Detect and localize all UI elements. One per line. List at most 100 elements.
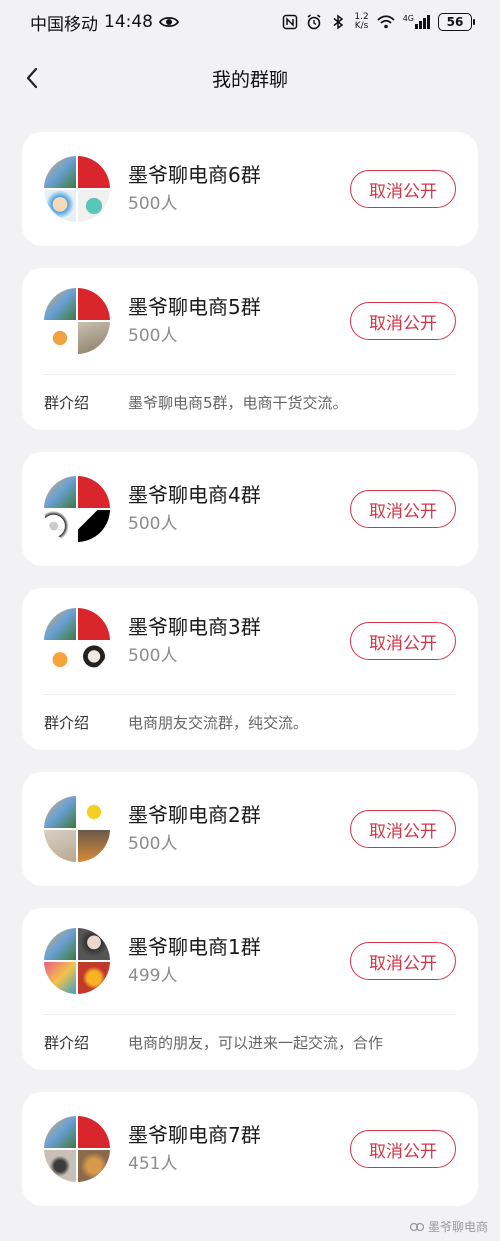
avatar-tile (44, 156, 76, 188)
member-count: 500人 (128, 646, 178, 666)
status-left: 中国移动 14:48 (30, 10, 179, 35)
group-card-main: 墨爷聊电商1群 499人 取消公开 (44, 908, 456, 1014)
cancel-public-button[interactable]: 取消公开 (350, 942, 456, 980)
member-count: 500人 (128, 834, 178, 854)
avatar-tile (78, 190, 110, 222)
avatar-tile (44, 1150, 76, 1182)
watermark-logo-icon (409, 1222, 424, 1231)
watermark: 墨爷聊电商 (409, 1218, 488, 1235)
group-list: 墨爷聊电商6群 500人 取消公开 墨爷聊电商5群 500人 取消公开 群介绍 … (22, 132, 478, 1228)
network-speed: 1.2 K/s (354, 13, 368, 31)
cancel-public-button[interactable]: 取消公开 (350, 302, 456, 340)
avatar-tile (78, 830, 110, 862)
page-title: 我的群聊 (211, 68, 288, 91)
intro-text: 电商朋友交流群，纯交流。 (128, 714, 309, 732)
avatar-tile (78, 642, 110, 674)
cancel-public-button[interactable]: 取消公开 (350, 170, 456, 208)
avatar-tile (44, 830, 76, 862)
group-info: 墨爷聊电商5群 500人 (128, 293, 350, 349)
intro-text: 墨爷聊电商5群，电商干货交流。 (128, 394, 348, 412)
status-bar: 中国移动 14:48 1.2 K/s 4G 56 (0, 0, 500, 44)
avatar-tile (78, 476, 110, 508)
bluetooth-icon (333, 14, 344, 30)
group-intro: 群介绍 电商的朋友，可以进来一起交流，合作 (44, 1014, 456, 1070)
group-intro: 群介绍 墨爷聊电商5群，电商干货交流。 (44, 374, 456, 430)
avatar-tile (78, 288, 110, 320)
group-avatar (44, 288, 110, 354)
intro-label: 群介绍 (44, 1034, 90, 1052)
group-avatar (44, 1116, 110, 1182)
cancel-public-button[interactable]: 取消公开 (350, 1130, 456, 1168)
group-card-main: 墨爷聊电商7群 451人 取消公开 (44, 1092, 456, 1206)
intro-label: 群介绍 (44, 714, 90, 732)
wifi-icon (377, 15, 395, 29)
avatar-tile (44, 476, 76, 508)
avatar-tile (44, 1116, 76, 1148)
avatar-tile (44, 288, 76, 320)
group-name: 墨爷聊电商2群 (128, 803, 261, 827)
intro-label: 群介绍 (44, 394, 90, 412)
cancel-public-button[interactable]: 取消公开 (350, 622, 456, 660)
group-card-main: 墨爷聊电商4群 500人 取消公开 (44, 452, 456, 566)
group-name: 墨爷聊电商7群 (128, 1123, 261, 1147)
avatar-tile (44, 796, 76, 828)
status-right: 1.2 K/s 4G 56 (282, 13, 475, 31)
group-card[interactable]: 墨爷聊电商4群 500人 取消公开 (22, 452, 478, 566)
group-avatar (44, 796, 110, 862)
group-name: 墨爷聊电商3群 (128, 615, 261, 639)
avatar-tile (44, 608, 76, 640)
group-avatar (44, 476, 110, 542)
carrier-label: 中国移动 (30, 14, 98, 35)
avatar-tile (78, 608, 110, 640)
group-card-main: 墨爷聊电商6群 500人 取消公开 (44, 132, 456, 246)
alarm-icon (307, 14, 321, 30)
title-bar: 我的群聊 (0, 52, 500, 104)
chevron-left-icon (26, 67, 38, 89)
cancel-public-button[interactable]: 取消公开 (350, 810, 456, 848)
group-card[interactable]: 墨爷聊电商5群 500人 取消公开 群介绍 墨爷聊电商5群，电商干货交流。 (22, 268, 478, 430)
avatar-tile (44, 510, 76, 542)
avatar-tile (78, 322, 110, 354)
group-name: 墨爷聊电商5群 (128, 295, 261, 319)
group-avatar (44, 608, 110, 674)
group-name: 墨爷聊电商6群 (128, 163, 261, 187)
avatar-tile (44, 322, 76, 354)
battery-level: 56 (446, 15, 464, 29)
group-info: 墨爷聊电商2群 500人 (128, 801, 350, 857)
avatar-tile (44, 190, 76, 222)
group-info: 墨爷聊电商1群 499人 (128, 933, 350, 989)
battery-indicator: 56 (438, 13, 475, 31)
group-intro: 群介绍 电商朋友交流群，纯交流。 (44, 694, 456, 750)
back-button[interactable] (16, 62, 48, 94)
group-card-main: 墨爷聊电商2群 500人 取消公开 (44, 772, 456, 886)
watermark-text: 墨爷聊电商 (427, 1220, 488, 1234)
group-card[interactable]: 墨爷聊电商6群 500人 取消公开 (22, 132, 478, 246)
avatar-tile (78, 156, 110, 188)
member-count: 451人 (128, 1154, 178, 1174)
signal-icon: 4G (403, 15, 430, 29)
avatar-tile (44, 642, 76, 674)
intro-text: 电商的朋友，可以进来一起交流，合作 (128, 1034, 384, 1052)
group-card-main: 墨爷聊电商3群 500人 取消公开 (44, 588, 456, 694)
member-count: 500人 (128, 194, 178, 214)
group-card[interactable]: 墨爷聊电商3群 500人 取消公开 群介绍 电商朋友交流群，纯交流。 (22, 588, 478, 750)
clock: 14:48 (104, 12, 153, 32)
eye-icon (159, 16, 179, 28)
avatar-tile (78, 796, 110, 828)
group-info: 墨爷聊电商7群 451人 (128, 1121, 350, 1177)
group-avatar (44, 928, 110, 994)
member-count: 500人 (128, 514, 178, 534)
avatar-tile (44, 962, 76, 994)
group-card[interactable]: 墨爷聊电商1群 499人 取消公开 群介绍 电商的朋友，可以进来一起交流，合作 (22, 908, 478, 1070)
group-info: 墨爷聊电商6群 500人 (128, 161, 350, 217)
group-info: 墨爷聊电商4群 500人 (128, 481, 350, 537)
network-speed-unit: K/s (354, 21, 369, 31)
avatar-tile (78, 962, 110, 994)
group-name: 墨爷聊电商4群 (128, 483, 261, 507)
group-card[interactable]: 墨爷聊电商7群 451人 取消公开 (22, 1092, 478, 1206)
cancel-public-button[interactable]: 取消公开 (350, 490, 456, 528)
avatar-tile (78, 1116, 110, 1148)
group-card[interactable]: 墨爷聊电商2群 500人 取消公开 (22, 772, 478, 886)
group-avatar (44, 156, 110, 222)
group-info: 墨爷聊电商3群 500人 (128, 613, 350, 669)
